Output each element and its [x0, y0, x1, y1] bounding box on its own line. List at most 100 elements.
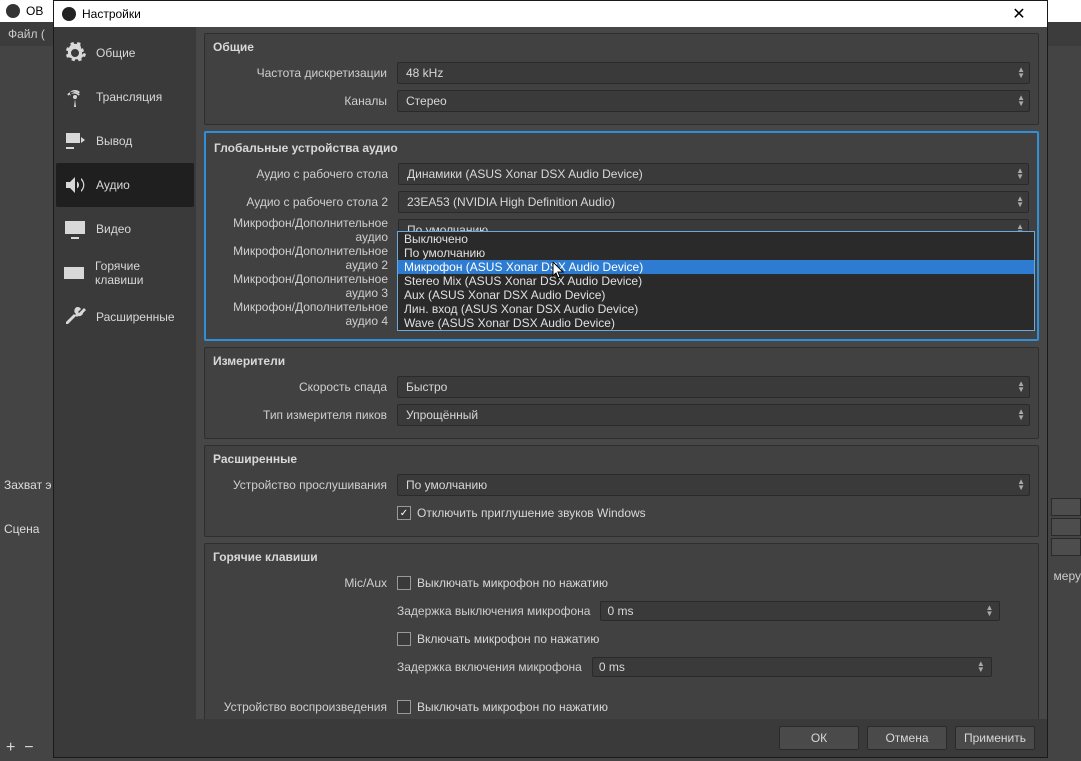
dialog-title: Настройки	[82, 7, 999, 21]
ok-button[interactable]: ОК	[779, 726, 859, 750]
mic-aux-2-label: Микрофон/Дополнительное аудио 2	[214, 244, 398, 272]
dropdown-option[interactable]: Выключено	[398, 232, 1034, 246]
peak-meter-combo[interactable]: Упрощённый▲▼	[397, 404, 1030, 426]
sidebar-item-video[interactable]: Видео	[56, 207, 194, 251]
dropdown-option[interactable]: Stereo Mix (ASUS Xonar DSX Audio Device)	[398, 274, 1034, 288]
updown-icon: ▲▼	[1017, 409, 1025, 421]
dropdown-option[interactable]: Микрофон (ASUS Xonar DSX Audio Device)	[398, 260, 1034, 274]
dropdown-option[interactable]: Лин. вход (ASUS Xonar DSX Audio Device)	[398, 302, 1034, 316]
disable-ducking-checkbox[interactable]: Отключить приглушение звуков Windows	[397, 506, 1030, 520]
settings-sidebar: Общие Трансляция Вывод Аудио Видео Горяч…	[54, 27, 196, 719]
unmute-delay-label: Задержка включения микрофона	[397, 660, 582, 674]
playback-device-section-label: Устройство воспроизведения	[213, 700, 397, 714]
mic-aux-dropdown-list[interactable]: Выключено По умолчанию Микрофон (ASUS Xo…	[397, 231, 1035, 331]
decay-rate-label: Скорость спада	[213, 380, 397, 394]
desktop-audio-1-label: Аудио с рабочего стола	[214, 167, 398, 181]
group-title: Общие	[213, 40, 1030, 54]
sidebar-item-hotkeys[interactable]: Горячие клавиши	[56, 251, 194, 295]
add-remove-buttons[interactable]: + −	[6, 739, 34, 757]
checkbox-icon	[397, 506, 411, 520]
sidebar-item-label: Общие	[96, 46, 135, 60]
sidebar-item-label: Аудио	[96, 178, 130, 192]
group-general: Общие Частота дискретизации 48 kHz▲▼ Кан…	[204, 33, 1039, 125]
updown-icon: ▲▼	[1017, 479, 1025, 491]
settings-dialog: Настройки ✕ Общие Трансляция Вывод Аудио	[53, 0, 1048, 758]
ptt-mute-checkbox[interactable]: Выключать микрофон по нажатию	[397, 576, 1030, 590]
obs-logo-icon	[6, 4, 20, 18]
gear-icon	[62, 40, 88, 66]
group-title: Горячие клавиши	[213, 550, 1030, 564]
cancel-button[interactable]: Отмена	[867, 726, 947, 750]
pb-ptt-mute-checkbox[interactable]: Выключать микрофон по нажатию	[397, 700, 1030, 714]
right-truncated-text: меру	[1054, 569, 1081, 583]
group-meters: Измерители Скорость спадаБыстро▲▼ Тип из…	[204, 347, 1039, 439]
sample-rate-label: Частота дискретизации	[213, 66, 397, 80]
checkbox-icon	[397, 576, 411, 590]
group-title: Измерители	[213, 354, 1030, 368]
updown-icon: ▲▼	[1017, 381, 1025, 393]
apply-button[interactable]: Применить	[955, 726, 1035, 750]
right-panel-buttons	[1051, 498, 1081, 556]
updown-icon: ▲▼	[1017, 67, 1025, 79]
close-button[interactable]: ✕	[999, 4, 1039, 24]
channels-combo[interactable]: Стерео▲▼	[397, 90, 1030, 112]
monitoring-device-label: Устройство прослушивания	[213, 478, 397, 492]
tools-icon	[62, 304, 88, 330]
updown-icon: ▲▼	[1016, 196, 1024, 208]
desktop-audio-2-label: Аудио с рабочего стола 2	[214, 195, 398, 209]
dropdown-option[interactable]: Aux (ASUS Xonar DSX Audio Device)	[398, 288, 1034, 302]
monitor-icon	[62, 216, 88, 242]
settings-content: Общие Частота дискретизации 48 kHz▲▼ Кан…	[196, 27, 1047, 719]
checkbox-icon	[397, 632, 411, 646]
mute-delay-input[interactable]: 0 ms▲▼	[600, 601, 1000, 621]
desktop-audio-2-combo[interactable]: 23EA53 (NVIDIA High Definition Audio)▲▼	[398, 191, 1029, 213]
mic-aux-1-label: Микрофон/Дополнительное аудио	[214, 216, 398, 244]
micaux-section-label: Mic/Aux	[213, 576, 397, 590]
output-icon	[62, 128, 88, 154]
menu-file[interactable]: Файл (	[8, 27, 45, 41]
checkbox-icon	[397, 700, 411, 714]
mic-aux-4-label: Микрофон/Дополнительное аудио 4	[214, 300, 398, 328]
peak-meter-label: Тип измерителя пиков	[213, 408, 397, 422]
keyboard-icon	[62, 260, 87, 286]
sidebar-item-output[interactable]: Вывод	[56, 119, 194, 163]
channels-label: Каналы	[213, 94, 397, 108]
sidebar-item-label: Вывод	[96, 134, 132, 148]
ptt-unmute-checkbox[interactable]: Включать микрофон по нажатию	[397, 632, 1030, 646]
sidebar-item-label: Видео	[96, 222, 131, 236]
updown-icon: ▲▼	[1017, 95, 1025, 107]
speaker-icon	[62, 172, 88, 198]
sidebar-item-advanced[interactable]: Расширенные	[56, 295, 194, 339]
dialog-titlebar[interactable]: Настройки ✕	[54, 1, 1047, 27]
desktop-audio-1-combo[interactable]: Динамики (ASUS Xonar DSX Audio Device)▲▼	[398, 163, 1029, 185]
sample-rate-combo[interactable]: 48 kHz▲▼	[397, 62, 1030, 84]
antenna-icon	[62, 84, 88, 110]
mute-delay-label: Задержка выключения микрофона	[397, 604, 590, 618]
sidebar-item-general[interactable]: Общие	[56, 31, 194, 75]
sidebar-item-label: Трансляция	[96, 90, 162, 104]
updown-icon: ▲▼	[986, 605, 994, 617]
sidebar-item-label: Расширенные	[96, 310, 175, 324]
mic-aux-3-label: Микрофон/Дополнительное аудио 3	[214, 272, 398, 300]
scene-label[interactable]: Сцена	[4, 522, 39, 536]
sidebar-item-label: Горячие клавиши	[95, 259, 188, 287]
decay-rate-combo[interactable]: Быстро▲▼	[397, 376, 1030, 398]
group-advanced: Расширенные Устройство прослушиванияПо у…	[204, 445, 1039, 537]
right-btn-3[interactable]	[1051, 538, 1081, 556]
group-title: Расширенные	[213, 452, 1030, 466]
dialog-footer: ОК Отмена Применить	[54, 719, 1047, 757]
group-title: Глобальные устройства аудио	[214, 141, 1029, 155]
group-hotkeys: Горячие клавиши Mic/Aux Выключать микроф…	[204, 543, 1039, 719]
unmute-delay-input[interactable]: 0 ms▲▼	[592, 657, 992, 677]
right-btn-1[interactable]	[1051, 498, 1081, 516]
dropdown-option[interactable]: Wave (ASUS Xonar DSX Audio Device)	[398, 316, 1034, 330]
dropdown-option[interactable]: По умолчанию	[398, 246, 1034, 260]
right-btn-2[interactable]	[1051, 518, 1081, 536]
capture-label: Захват э	[4, 478, 52, 492]
updown-icon: ▲▼	[1016, 168, 1024, 180]
monitoring-device-combo[interactable]: По умолчанию▲▼	[397, 474, 1030, 496]
updown-icon: ▲▼	[977, 661, 985, 673]
sidebar-item-audio[interactable]: Аудио	[56, 163, 194, 207]
sidebar-item-stream[interactable]: Трансляция	[56, 75, 194, 119]
obs-logo-icon	[62, 7, 76, 21]
